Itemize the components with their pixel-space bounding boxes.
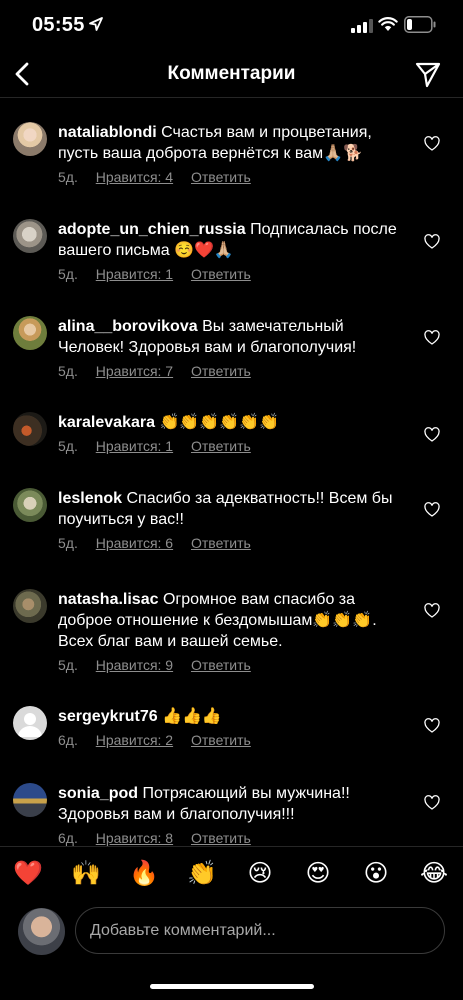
comment-age: 6д. — [58, 830, 78, 846]
heart-outline-icon[interactable] — [424, 795, 440, 811]
comment-age: 5д. — [58, 266, 78, 282]
comment-username[interactable]: alina__borovikova — [58, 318, 198, 335]
avatar[interactable] — [13, 783, 47, 817]
comment-meta: 5д. Нравится: 4 Ответить — [58, 169, 408, 185]
comment-text: nataliablondi Счастья вам и процветания,… — [58, 122, 408, 164]
comment-age: 5д. — [58, 535, 78, 551]
status-bar: 05:55 — [0, 0, 463, 50]
header: Комментарии — [0, 50, 463, 98]
reply-button[interactable]: Ответить — [191, 657, 251, 673]
comment-likes-link[interactable]: Нравится: 7 — [96, 363, 173, 379]
comment-list[interactable]: nataliablondi Счастья вам и процветания,… — [0, 98, 463, 846]
avatar[interactable] — [13, 706, 47, 740]
comment-meta: 6д. Нравится: 2 Ответить — [58, 732, 408, 748]
comment-text: adopte_un_chien_russia Подписалась после… — [58, 219, 408, 261]
comment-age: 5д. — [58, 438, 78, 454]
reaction-crying[interactable]: 😢 — [244, 857, 276, 889]
reaction-raised-hands[interactable]: 🙌 — [70, 857, 102, 889]
comment-username[interactable]: sonia_pod — [58, 785, 138, 802]
comment-username[interactable]: adopte_un_chien_russia — [58, 221, 246, 238]
comment-age: 5д. — [58, 169, 78, 185]
comment-meta: 5д. Нравится: 6 Ответить — [58, 535, 408, 551]
avatar[interactable] — [13, 122, 47, 156]
comment-body: 👍👍👍 — [162, 708, 222, 725]
comment-likes-link[interactable]: Нравится: 6 — [96, 535, 173, 551]
comment-composer — [0, 901, 463, 971]
heart-outline-icon[interactable] — [424, 136, 440, 152]
heart-outline-icon[interactable] — [424, 330, 440, 346]
comment-username[interactable]: nataliablondi — [58, 124, 157, 141]
wifi-icon — [378, 17, 398, 31]
reply-button[interactable]: Ответить — [191, 535, 251, 551]
avatar[interactable] — [13, 488, 47, 522]
comment-likes-link[interactable]: Нравится: 2 — [96, 732, 173, 748]
comment-age: 6д. — [58, 732, 78, 748]
comment-username[interactable]: karalevakara — [58, 414, 155, 431]
reaction-heart-eyes[interactable]: 😍 — [302, 857, 334, 889]
comment-text: karalevakara 👏👏👏👏👏👏 — [58, 412, 408, 433]
comment-likes-link[interactable]: Нравится: 4 — [96, 169, 173, 185]
signal-icon — [351, 19, 373, 33]
status-time: 05:55 — [32, 14, 85, 36]
reply-button[interactable]: Ответить — [191, 169, 251, 185]
comment-likes-link[interactable]: Нравится: 1 — [96, 266, 173, 282]
heart-outline-icon[interactable] — [424, 502, 440, 518]
home-indicator[interactable] — [150, 984, 314, 989]
comment-username[interactable]: natasha.lisac — [58, 591, 159, 608]
comment-meta: 5д. Нравится: 9 Ответить — [58, 657, 408, 673]
heart-outline-icon[interactable] — [424, 234, 440, 250]
reaction-laughing[interactable]: 😂 — [418, 857, 450, 889]
comment-age: 5д. — [58, 363, 78, 379]
comment-age: 5д. — [58, 657, 78, 673]
comment-meta: 5д. Нравится: 7 Ответить — [58, 363, 408, 379]
default-avatar-icon — [18, 713, 42, 737]
reaction-heart[interactable]: ❤️ — [12, 857, 44, 889]
reply-button[interactable]: Ответить — [191, 266, 251, 282]
heart-outline-icon[interactable] — [424, 603, 440, 619]
comment-meta: 5д. Нравится: 1 Ответить — [58, 438, 408, 454]
reply-button[interactable]: Ответить — [191, 732, 251, 748]
reaction-clap[interactable]: 👏 — [186, 857, 218, 889]
reply-button[interactable]: Ответить — [191, 830, 251, 846]
comment-meta: 5д. Нравится: 1 Ответить — [58, 266, 408, 282]
avatar[interactable] — [13, 589, 47, 623]
comment-username[interactable]: leslenok — [58, 490, 122, 507]
comment-username[interactable]: sergeykrut76 — [58, 708, 158, 725]
comment-text: sonia_pod Потрясающий вы мужчина!! Здоро… — [58, 783, 408, 825]
heart-outline-icon[interactable] — [424, 718, 440, 734]
comment-likes-link[interactable]: Нравится: 9 — [96, 657, 173, 673]
battery-icon — [404, 16, 436, 33]
reply-button[interactable]: Ответить — [191, 438, 251, 454]
comment-likes-link[interactable]: Нравится: 1 — [96, 438, 173, 454]
location-arrow-icon — [89, 17, 103, 31]
comment-text: leslenok Спасибо за адекватность!! Всем … — [58, 488, 408, 530]
reaction-fire[interactable]: 🔥 — [128, 857, 160, 889]
current-user-avatar — [18, 908, 65, 955]
send-icon[interactable] — [414, 60, 442, 88]
reaction-surprised[interactable]: 😮 — [360, 857, 392, 889]
comment-likes-link[interactable]: Нравится: 8 — [96, 830, 173, 846]
heart-outline-icon[interactable] — [424, 427, 440, 443]
avatar[interactable] — [13, 316, 47, 350]
page-title: Комментарии — [167, 63, 296, 84]
comment-input[interactable] — [75, 907, 445, 954]
avatar[interactable] — [13, 219, 47, 253]
comment-body: 👏👏👏👏👏👏 — [159, 414, 279, 431]
comment-text: sergeykrut76 👍👍👍 — [58, 706, 408, 727]
comment-text: natasha.lisac Огромное вам спасибо за до… — [58, 589, 408, 652]
comment-text: alina__borovikova Вы замечательный Челов… — [58, 316, 408, 358]
avatar[interactable] — [13, 412, 47, 446]
reply-button[interactable]: Ответить — [191, 363, 251, 379]
comment-meta: 6д. Нравится: 8 Ответить — [58, 830, 408, 846]
quick-reaction-bar: ❤️ 🙌 🔥 👏 😢 😍 😮 😂 — [0, 846, 463, 901]
